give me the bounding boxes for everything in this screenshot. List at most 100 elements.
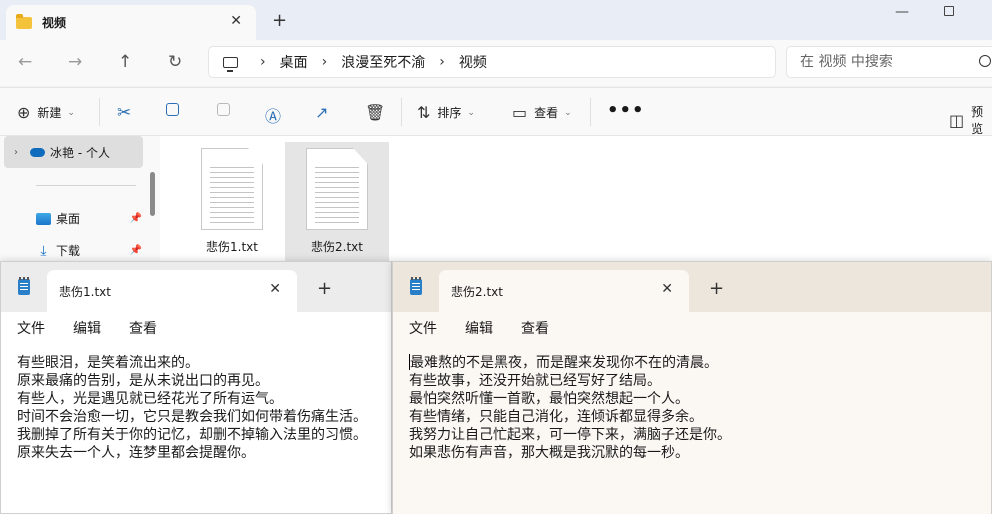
divider xyxy=(99,98,100,126)
nav-item-desktop[interactable]: 桌面 📌 xyxy=(36,210,144,227)
notepad-tab[interactable]: 悲伤2.txt ✕ xyxy=(439,270,689,312)
copy-button[interactable] xyxy=(166,103,179,116)
navigation-pane: › 冰艳 - 个人 桌面 📌 ⤓ 下载 📌 xyxy=(0,136,160,261)
sort-button[interactable]: ⇅ 排序 ⌄ xyxy=(417,103,475,122)
chevron-right-icon[interactable]: › xyxy=(14,147,18,158)
maximize-icon[interactable] xyxy=(944,6,954,16)
nav-item-label: 桌面 xyxy=(56,212,81,226)
rename-button[interactable]: Ⓐ xyxy=(265,103,288,127)
menu-file[interactable]: 文件 xyxy=(409,318,437,338)
breadcrumb-chevron-icon[interactable]: › xyxy=(260,54,266,70)
breadcrumb-chevron-icon[interactable]: › xyxy=(322,54,328,70)
paste-icon xyxy=(217,103,230,116)
new-tab-icon[interactable]: + xyxy=(272,10,287,31)
text-file-icon xyxy=(201,148,263,230)
explorer-tab-bar: 视频 ✕ + — xyxy=(0,0,992,40)
new-button[interactable]: ⊕ 新建 ⌄ xyxy=(17,103,75,122)
notepad-tab-title: 悲伤1.txt xyxy=(59,284,111,299)
text-line: 有些人，光是遇见就已经花光了所有运气。 xyxy=(17,391,283,407)
text-line-with-caret: 最难熬的不是黑夜，而是醒来发现你不在的清晨。 xyxy=(409,354,991,372)
pin-icon: 📌 xyxy=(129,245,142,256)
preview-pane-button[interactable]: ◫ 预览 xyxy=(949,103,992,137)
new-tab-icon[interactable]: + xyxy=(709,278,724,299)
file-item[interactable]: 悲伤1.txt xyxy=(180,142,284,264)
explorer-tab-title: 视频 xyxy=(42,16,67,30)
address-bar[interactable]: › 桌面 › 浪漫至死不渝 › 视频 xyxy=(208,46,776,78)
delete-button[interactable]: 🗑 xyxy=(365,103,392,122)
view-button[interactable]: ▭ 查看 ⌄ xyxy=(512,103,572,122)
nav-item-label: 下载 xyxy=(56,244,81,258)
text-editor[interactable]: 最难熬的不是黑夜，而是醒来发现你不在的清晨。 有些故事，还没开始就已经写好了结局… xyxy=(393,344,991,514)
divider xyxy=(590,98,591,126)
divider xyxy=(401,98,402,126)
close-tab-icon[interactable]: ✕ xyxy=(661,281,673,297)
up-arrow-icon[interactable]: ↑ xyxy=(118,52,132,72)
search-box[interactable] xyxy=(786,46,992,78)
breadcrumb-chevron-icon[interactable]: › xyxy=(439,54,445,70)
notepad-tab-bar: 悲伤2.txt ✕ + xyxy=(393,262,991,312)
nav-item-downloads[interactable]: ⤓ 下载 📌 xyxy=(36,242,144,259)
text-line: 时间不会治愈一切，它只是教会我们如何带着伤痛生活。 xyxy=(17,409,367,425)
breadcrumb-videos[interactable]: 视频 xyxy=(459,52,487,72)
menu-edit[interactable]: 编辑 xyxy=(73,318,101,338)
rename-icon: Ⓐ xyxy=(265,107,282,126)
text-line: 我删掉了所有关于你的记忆，却删不掉输入法里的习惯。 xyxy=(17,427,367,443)
file-list: 悲伤1.txt 悲伤2.txt xyxy=(160,136,992,264)
scrollbar-thumb[interactable] xyxy=(150,172,155,216)
chevron-down-icon: ⌄ xyxy=(67,107,75,118)
command-bar: ⊕ 新建 ⌄ ✂ Ⓐ ↗ 🗑 ⇅ 排序 ⌄ ▭ 查看 ⌄ ••• ◫ 预览 xyxy=(0,87,992,136)
menu-bar: 文件 编辑 查看 xyxy=(393,312,991,344)
more-options-button[interactable]: ••• xyxy=(607,100,645,121)
notepad-window-1: 悲伤1.txt ✕ + 文件 编辑 查看 有些眼泪，是笑着流出来的。 原来最痛的… xyxy=(0,261,392,514)
forward-arrow-icon[interactable]: → xyxy=(68,52,82,72)
text-line: 有些眼泪，是笑着流出来的。 xyxy=(17,355,199,371)
breadcrumb-folder[interactable]: 浪漫至死不渝 xyxy=(341,52,425,72)
notepad-tab[interactable]: 悲伤1.txt ✕ xyxy=(47,270,297,312)
text-line: 我努力让自己忙起来，可一停下来，满脑子还是你。 xyxy=(409,427,731,443)
text-line: 有些故事，还没开始就已经写好了结局。 xyxy=(409,373,661,389)
folder-icon xyxy=(16,13,32,29)
text-file-icon xyxy=(306,148,368,230)
close-tab-icon[interactable]: ✕ xyxy=(269,281,281,297)
search-input[interactable] xyxy=(800,54,970,70)
preview-button-label: 预览 xyxy=(971,105,984,136)
share-button[interactable]: ↗ xyxy=(315,103,335,122)
menu-file[interactable]: 文件 xyxy=(17,318,45,338)
sort-button-label: 排序 xyxy=(437,106,462,120)
new-tab-icon[interactable]: + xyxy=(317,278,332,299)
menu-view[interactable]: 查看 xyxy=(521,318,549,338)
cloud-icon xyxy=(30,147,45,157)
refresh-icon[interactable]: ↻ xyxy=(168,52,182,72)
desktop-icon xyxy=(36,212,51,225)
file-name: 悲伤1.txt xyxy=(206,240,258,254)
search-icon[interactable] xyxy=(979,55,991,67)
menu-bar: 文件 编辑 查看 xyxy=(1,312,391,344)
notepad-icon xyxy=(410,277,422,295)
notepad-icon xyxy=(18,277,30,295)
nav-item-onedrive[interactable]: › 冰艳 - 个人 xyxy=(4,136,143,168)
text-editor[interactable]: 有些眼泪，是笑着流出来的。 原来最痛的告别，是从未说出口的再见。 有些人，光是遇… xyxy=(1,344,391,514)
share-icon: ↗ xyxy=(315,103,329,122)
back-arrow-icon[interactable]: ← xyxy=(18,52,32,72)
explorer-tab-videos[interactable]: 视频 ✕ xyxy=(6,5,256,40)
close-tab-icon[interactable]: ✕ xyxy=(230,13,242,29)
file-item-selected[interactable]: 悲伤2.txt xyxy=(285,142,389,264)
text-line: 最难熬的不是黑夜，而是醒来发现你不在的清晨。 xyxy=(410,355,718,371)
paste-button[interactable] xyxy=(217,103,230,116)
breadcrumb-desktop[interactable]: 桌面 xyxy=(280,52,308,72)
plus-circle-icon: ⊕ xyxy=(17,103,31,122)
address-row: ← → ↑ ↻ › 桌面 › 浪漫至死不渝 › 视频 xyxy=(0,40,992,86)
menu-view[interactable]: 查看 xyxy=(129,318,157,338)
divider xyxy=(36,185,136,186)
text-line: 最怕突然听懂一首歌，最怕突然想起一个人。 xyxy=(409,391,689,407)
menu-edit[interactable]: 编辑 xyxy=(465,318,493,338)
preview-pane-icon: ◫ xyxy=(949,110,965,130)
cut-button[interactable]: ✂ xyxy=(117,103,131,123)
minimize-icon[interactable]: — xyxy=(895,4,909,20)
pin-icon: 📌 xyxy=(129,213,142,224)
scissors-icon: ✂ xyxy=(117,103,132,123)
sort-icon: ⇅ xyxy=(417,103,431,122)
text-line: 原来最痛的告别，是从未说出口的再见。 xyxy=(17,373,269,389)
new-button-label: 新建 xyxy=(37,106,62,120)
nav-item-label: 冰艳 - 个人 xyxy=(50,145,110,160)
